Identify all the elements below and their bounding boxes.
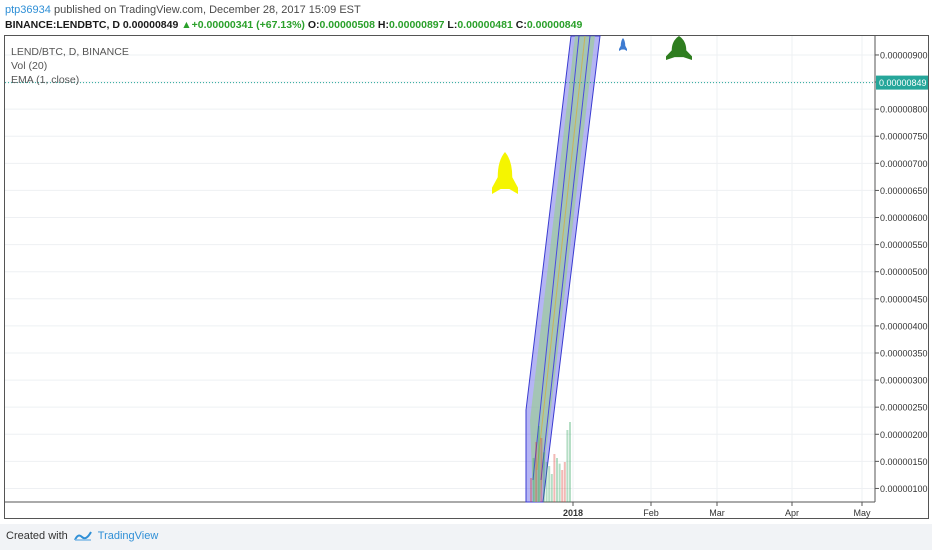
price-chart[interactable]: 0.000009000.000008500.000008000.00000750… [0,0,932,550]
last-price-label: 0.00000849 [879,78,927,88]
y-tick-label: 0.00000200 [880,430,928,440]
y-tick-label: 0.00000650 [880,186,928,196]
y-tick-label: 0.00000550 [880,240,928,250]
legend-symbol: LEND/BTC, D, BINANCE [11,46,129,58]
y-tick-label: 0.00000750 [880,132,928,142]
y-tick-label: 0.00000450 [880,294,928,304]
volume-bar [548,466,551,502]
volume-bar [530,478,532,502]
legend-ema: EMA (1, close) [11,74,80,86]
rocket-icon [492,152,518,194]
volume-bar [543,452,545,502]
tradingview-logo-icon [73,531,92,541]
x-tick-label: Apr [785,508,799,518]
footer-bar: Created with TradingView [0,524,932,550]
x-tick-label: May [853,508,871,518]
x-tick-label: 2018 [563,508,583,518]
rocket-icon [666,36,692,60]
tradingview-link[interactable]: TradingView [98,530,159,542]
volume-bar [569,422,571,502]
volume-bar [566,430,569,502]
volume-bar [550,474,553,502]
y-tick-label: 0.00000300 [880,376,928,386]
volume-bar [535,442,538,502]
y-tick-label: 0.00000150 [880,457,928,467]
chart-legend: LEND/BTC, D, BINANCE Vol (20) EMA (1, cl… [11,45,129,87]
volume-bar [561,470,564,502]
x-tick-label: Feb [643,508,659,518]
volume-bar [540,438,543,502]
y-tick-label: 0.00000250 [880,403,928,413]
volume-bar [563,462,566,502]
y-tick-label: 0.00000500 [880,267,928,277]
y-tick-label: 0.00000350 [880,348,928,358]
channel-midline [536,35,586,471]
y-tick-label: 0.00000800 [880,105,928,115]
rocket-icon [619,38,627,51]
legend-volume: Vol (20) [11,60,48,72]
y-tick-label: 0.00000600 [880,213,928,223]
created-with-label: Created with [6,530,68,542]
volume-bar [558,463,561,502]
y-tick-label: 0.00000700 [880,159,928,169]
volume-bar [537,426,540,502]
y-tick-label: 0.00000900 [880,50,928,60]
volume-bar [545,462,548,502]
created-with: Created with TradingView [6,530,158,542]
volume-bar [532,458,535,502]
volume-bar [556,458,558,502]
volume-bar [553,454,556,502]
y-tick-label: 0.00000400 [880,321,928,331]
x-tick-label: Mar [709,508,725,518]
y-tick-label: 0.00000100 [880,484,928,494]
